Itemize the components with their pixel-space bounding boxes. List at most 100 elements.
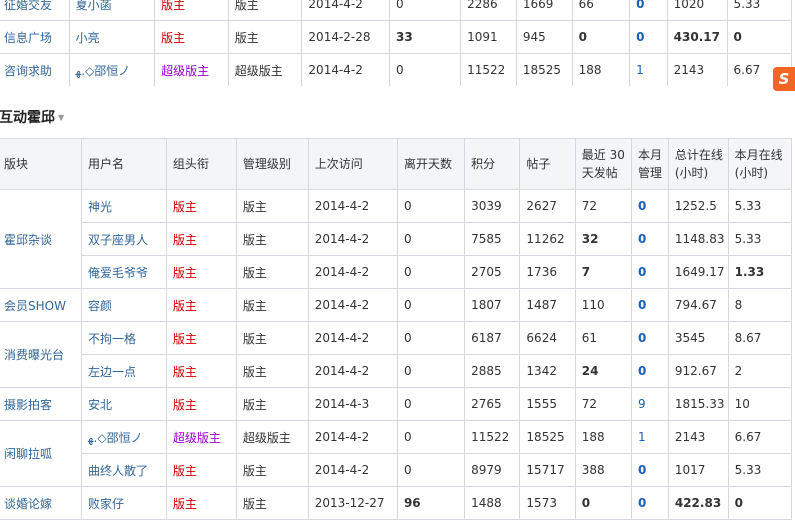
days-away: 0 (396, 354, 466, 388)
recent-posts: 72 (574, 189, 633, 223)
username-link-text[interactable]: 容颜 (88, 299, 112, 313)
username-link-text[interactable]: 俺爱毛爷爷 (88, 266, 148, 280)
forum-section-link[interactable]: 信息广场 (0, 20, 70, 54)
total-online: 912.67 (667, 354, 729, 388)
days-away: 96 (396, 486, 466, 520)
group-title: 版主 (165, 486, 237, 520)
username-link[interactable]: 小亮 (68, 20, 156, 54)
last-visit-text: 2014-4-2 (314, 232, 370, 246)
points: 2765 (464, 387, 521, 421)
points: 2286 (460, 0, 517, 21)
total-online: 1252.5 (667, 189, 729, 223)
group-title: 版主 (165, 288, 237, 322)
last-visit-text: 2014-4-2 (308, 63, 363, 77)
table-row: 会员SHOW 容颜 版主 版主 2014-4-2 0 1807 1487 110 0 794.67 8 (0, 288, 793, 322)
username-link-text[interactable]: 曲终人散了 (88, 464, 148, 478)
recent-posts: 24 (574, 354, 633, 388)
forum-section-cell[interactable]: 闲聊拉呱 (0, 420, 83, 487)
username-link[interactable]: ﻬ.◇邵恒ノ (81, 420, 167, 454)
username-link[interactable]: 夏小菡 (68, 0, 156, 21)
forum-section-cell[interactable]: 霍邱杂谈 (0, 189, 83, 289)
group-title: 版主 (154, 20, 229, 54)
last-visit: 2014-4-2 (307, 420, 398, 454)
recent-posts-text: 72 (581, 397, 598, 411)
sogou-icon[interactable]: S (773, 67, 795, 91)
days-away: 0 (396, 189, 466, 223)
table-row: 摄影拍客 安北 版主 版主 2014-4-3 0 2765 1555 72 9 1815.33 10 (0, 387, 793, 421)
forum-section-link[interactable]: 征婚交友 (0, 0, 70, 21)
username-link-text[interactable]: 安北 (88, 398, 112, 412)
total-online-text: 430.17 (673, 30, 720, 44)
group-title-text: 超级版主 (172, 430, 221, 445)
header-cell: 上次访问 (307, 138, 398, 190)
total-online-text: 1815.33 (674, 397, 725, 411)
forum-section-link[interactable]: 霍邱杂谈 (4, 233, 52, 247)
manage-level: 版主 (235, 387, 309, 421)
manage-level-text: 超级版主 (242, 430, 291, 445)
forum-section-cell[interactable]: 消费曝光台 (0, 321, 83, 388)
month-online-text: 1.33 (734, 265, 765, 279)
forum-section-link[interactable]: 谈婚论嫁 (4, 497, 52, 511)
forum-section-cell[interactable]: 谈婚论嫁 (0, 486, 83, 520)
manage-level-text: 超级版主 (234, 63, 283, 78)
month-manage-text: 0 (638, 496, 647, 510)
days-away-text: 0 (403, 430, 412, 444)
username-link-text[interactable]: 左边一点 (88, 365, 136, 379)
forum-section-link[interactable]: 闲聊拉呱 (4, 447, 52, 461)
username-link-text[interactable]: 败家仔 (88, 497, 124, 511)
username-link[interactable]: 安北 (81, 387, 167, 421)
group-title-text: 超级版主 (161, 63, 210, 78)
username-link[interactable]: 曲终人散了 (81, 453, 167, 487)
username-link-text[interactable]: 神光 (88, 200, 112, 214)
manage-level: 超级版主 (227, 53, 303, 87)
username-link-text[interactable]: ﻬ.◇邵恒ノ (88, 431, 143, 445)
month-online-text: 10 (734, 397, 750, 411)
points: 3039 (464, 189, 521, 223)
posts: 18525 (519, 420, 576, 454)
username-link[interactable]: 败家仔 (81, 486, 167, 520)
username-link[interactable]: 容颜 (81, 288, 167, 322)
recent-posts-text: 66 (578, 0, 594, 11)
username-link-text[interactable]: 双子座男人 (88, 233, 148, 247)
forum-section-cell[interactable]: 摄影拍客 (0, 387, 83, 421)
group-title-text: 版主 (172, 331, 197, 346)
forum-section-link-text[interactable]: 征婚交友 (4, 0, 52, 12)
header-cell: 本月管理 (631, 138, 669, 190)
forum-section-link[interactable]: 消费曝光台 (4, 348, 64, 362)
posts-text: 1573 (526, 496, 557, 510)
posts: 1736 (519, 255, 576, 289)
posts-text: 945 (522, 30, 546, 44)
username-link[interactable]: ﻬ.◇邵恒ノ (68, 53, 156, 87)
last-visit: 2014-4-2 (307, 255, 398, 289)
forum-section-link[interactable]: 咨询求助 (0, 53, 70, 87)
forum-section-link-text[interactable]: 信息广场 (4, 31, 52, 45)
username-link[interactable]: 神光 (81, 189, 167, 223)
last-visit: 2014-4-2 (307, 354, 398, 388)
manage-level-text: 版主 (234, 0, 259, 12)
section-header[interactable]: 互动霍邱 ▼ (0, 106, 64, 130)
group-title: 版主 (165, 453, 237, 487)
username-link-text[interactable]: 小亮 (76, 31, 100, 45)
manage-level: 版主 (235, 354, 309, 388)
forum-section-link[interactable]: 摄影拍客 (4, 398, 52, 412)
forum-section-link-text[interactable]: 咨询求助 (4, 64, 52, 78)
forum-section-link[interactable]: 会员SHOW (4, 299, 66, 313)
month-manage-text: 0 (638, 463, 647, 477)
days-away-text: 96 (403, 496, 421, 510)
username-link-text[interactable]: ﻬ.◇邵恒ノ (76, 64, 131, 78)
username-link[interactable]: 俺爱毛爷爷 (81, 255, 167, 289)
username-link-text[interactable]: 不拘一格 (88, 332, 136, 346)
forum-section-cell[interactable]: 会员SHOW (0, 288, 83, 322)
username-link[interactable]: 左边一点 (81, 354, 167, 388)
username-link-text[interactable]: 夏小菡 (76, 0, 112, 12)
posts: 945 (515, 20, 573, 54)
username-link[interactable]: 双子座男人 (81, 222, 167, 256)
username-link[interactable]: 不拘一格 (81, 321, 167, 355)
dropdown-arrow-icon[interactable]: ▼ (58, 113, 64, 122)
points: 2705 (464, 255, 521, 289)
total-online: 1020 (666, 0, 728, 21)
last-visit: 2014-4-2 (301, 0, 391, 21)
month-online-text: 0 (734, 496, 743, 510)
points-text: 11522 (471, 430, 510, 444)
total-online-text: 912.67 (674, 364, 717, 378)
